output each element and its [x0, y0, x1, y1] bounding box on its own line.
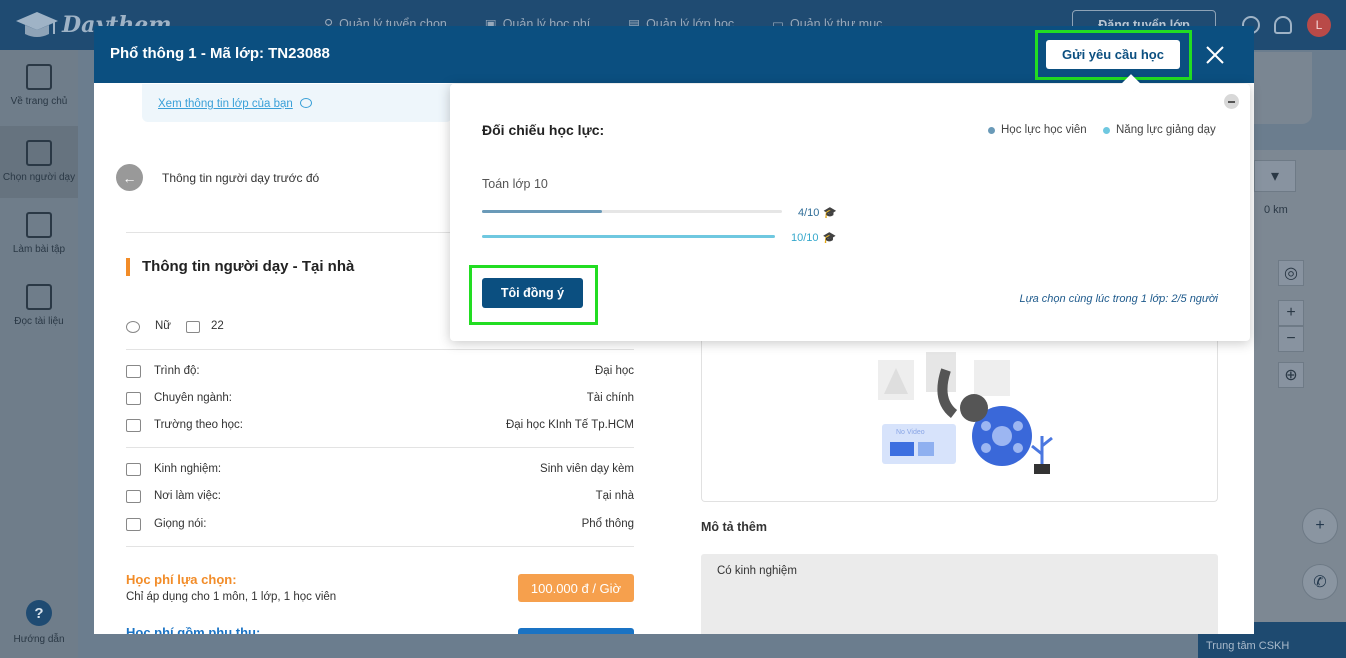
workplace-icon [126, 490, 141, 503]
view-class-info-link[interactable]: Xem thông tin lớp của bạn [158, 98, 293, 110]
graduation-cap-icon: 🎓 [823, 207, 838, 219]
graduation-cap-icon: 🎓 [822, 232, 837, 244]
no-video-label: No Video [896, 429, 925, 436]
description-text: Có kinh nghiệm [717, 565, 797, 577]
graduation-cap-icon [16, 12, 58, 37]
major-icon [126, 392, 141, 405]
row-label: Nơi làm việc: [154, 490, 221, 502]
experience-icon [126, 463, 141, 476]
teacher-score-fill [482, 235, 775, 238]
home-icon [26, 64, 52, 90]
background-panel [1254, 52, 1312, 124]
sidebar-item-label: Về trang chủ [10, 96, 68, 107]
teacher-icon [26, 140, 52, 166]
previous-teacher-button[interactable]: ← [116, 164, 143, 191]
cake-icon [186, 321, 200, 333]
fee-surcharge-title: Học phí gồm phụ thu: [126, 625, 261, 634]
sidebar-item-choose-teacher[interactable]: Chọn người dạy [0, 126, 78, 198]
student-score-track [482, 210, 782, 213]
add-person-icon[interactable]: ⊕ [1278, 362, 1304, 388]
minimize-icon[interactable] [1224, 94, 1239, 109]
pdf-icon [26, 284, 52, 310]
modal-header: Phổ thông 1 - Mã lớp: TN23088 Gửi yêu cầ… [94, 26, 1254, 83]
divider [126, 349, 634, 350]
row-label: Trình độ: [154, 365, 200, 377]
row-value: Tài chính [586, 392, 634, 404]
sidebar-item-exercises[interactable]: Làm bài tập [0, 212, 78, 255]
avatar[interactable]: L [1307, 13, 1331, 37]
student-score-fill [482, 210, 602, 213]
legend-dot [1103, 126, 1110, 134]
row-value: Tại nhà [595, 490, 634, 502]
video-box: No Video [701, 340, 1218, 502]
legend-label: Học lực học viên [1001, 124, 1087, 136]
sidebar: Về trang chủ Chọn người dạy Làm bài tập … [0, 50, 78, 658]
sidebar-item-label: Hướng dẫn [13, 634, 65, 645]
row-label: Trường theo học: [154, 419, 243, 431]
gender-icon [126, 321, 140, 333]
map-distance: 0 km [1264, 204, 1288, 216]
voice-icon [126, 518, 141, 531]
agree-button[interactable]: Tôi đồng ý [482, 278, 583, 308]
sidebar-item-label: Đọc tài liệu [14, 316, 64, 327]
arrow-left-icon: ← [122, 169, 137, 186]
subject-label: Toán lớp 10 [482, 177, 548, 191]
teacher-section-title: Thông tin người dạy - Tại nhà [126, 258, 354, 276]
exercise-icon [26, 212, 52, 238]
row-value: Đại học KInh Tế Tp.HCM [505, 419, 634, 431]
fee-subtitle: Chỉ áp dụng cho 1 môn, 1 lớp, 1 học viên [126, 591, 337, 603]
selection-note: Lựa chọn cùng lúc trong 1 lớp: 2/5 người [1019, 293, 1218, 305]
sidebar-item-help[interactable]: ? Hướng dẫn [0, 600, 78, 645]
legend-dot [988, 126, 995, 134]
locate-icon[interactable]: ◎ [1278, 260, 1304, 286]
sidebar-item-label: Chọn người dạy [2, 172, 76, 183]
divider [126, 447, 634, 448]
bell-icon[interactable] [1274, 16, 1292, 34]
zoom-in-button[interactable]: + [1278, 300, 1304, 326]
fee-badge: 100.000 đ / Giờ [518, 574, 634, 602]
fee-title: Học phí lựa chọn: [126, 572, 237, 587]
score-text: 10/10 [791, 231, 819, 244]
map-select[interactable]: ▾ [1254, 160, 1296, 192]
student-score-value: 4/10 🎓 [798, 206, 838, 220]
sidebar-item-label: Làm bài tập [12, 244, 66, 255]
gender-value: Nữ [155, 320, 172, 332]
row-value: Sinh viên dạy kèm [540, 463, 634, 475]
description-box: Có kinh nghiệm [701, 554, 1218, 634]
popover-title: Đối chiếu học lực: [482, 122, 605, 138]
teacher-score-value: 10/10 🎓 [791, 231, 837, 245]
row-label: Giọng nói: [154, 518, 207, 530]
cskh-label: Trung tâm CSKH [1206, 640, 1290, 652]
add-user-icon[interactable]: + [1302, 508, 1338, 544]
sidebar-item-documents[interactable]: Đọc tài liệu [0, 284, 78, 327]
phone-icon[interactable]: ✆ [1302, 564, 1338, 600]
close-icon[interactable] [1202, 42, 1228, 68]
row-label: Chuyên ngành: [154, 392, 233, 404]
sidebar-item-home[interactable]: Về trang chủ [0, 64, 78, 107]
school-icon [126, 419, 141, 432]
legend-student: Học lực học viên [988, 124, 1087, 136]
legend-teacher: Năng lực giảng dạy [1103, 124, 1216, 136]
ability-comparison-popover: Đối chiếu học lực: Học lực học viên Năng… [450, 74, 1250, 341]
score-text: 4/10 [798, 206, 820, 219]
modal-title: Phổ thông 1 - Mã lớp: TN23088 [110, 45, 330, 62]
zoom-out-button[interactable]: − [1278, 326, 1304, 352]
question-icon: ? [26, 600, 52, 626]
fee-surcharge-badge [518, 628, 634, 634]
book-icon [126, 365, 141, 378]
row-value: Phổ thông [581, 518, 634, 530]
description-title: Mô tả thêm [701, 520, 767, 534]
row-value: Đại học [595, 365, 634, 377]
no-video-illustration-icon: No Video [878, 352, 1053, 474]
previous-teacher-label: Thông tin người dạy trước đó [162, 171, 320, 185]
legend-label: Năng lực giảng dạy [1116, 124, 1216, 136]
age-value: 22 [211, 320, 224, 332]
chevron-down-icon: ▾ [1270, 168, 1280, 185]
send-request-button[interactable]: Gửi yêu cầu học [1046, 40, 1180, 69]
teacher-score-track [482, 235, 775, 238]
divider [126, 546, 634, 547]
eye-icon[interactable] [300, 98, 312, 108]
class-info-strip: Xem thông tin lớp của bạn [142, 84, 452, 122]
row-label: Kinh nghiệm: [154, 463, 222, 475]
